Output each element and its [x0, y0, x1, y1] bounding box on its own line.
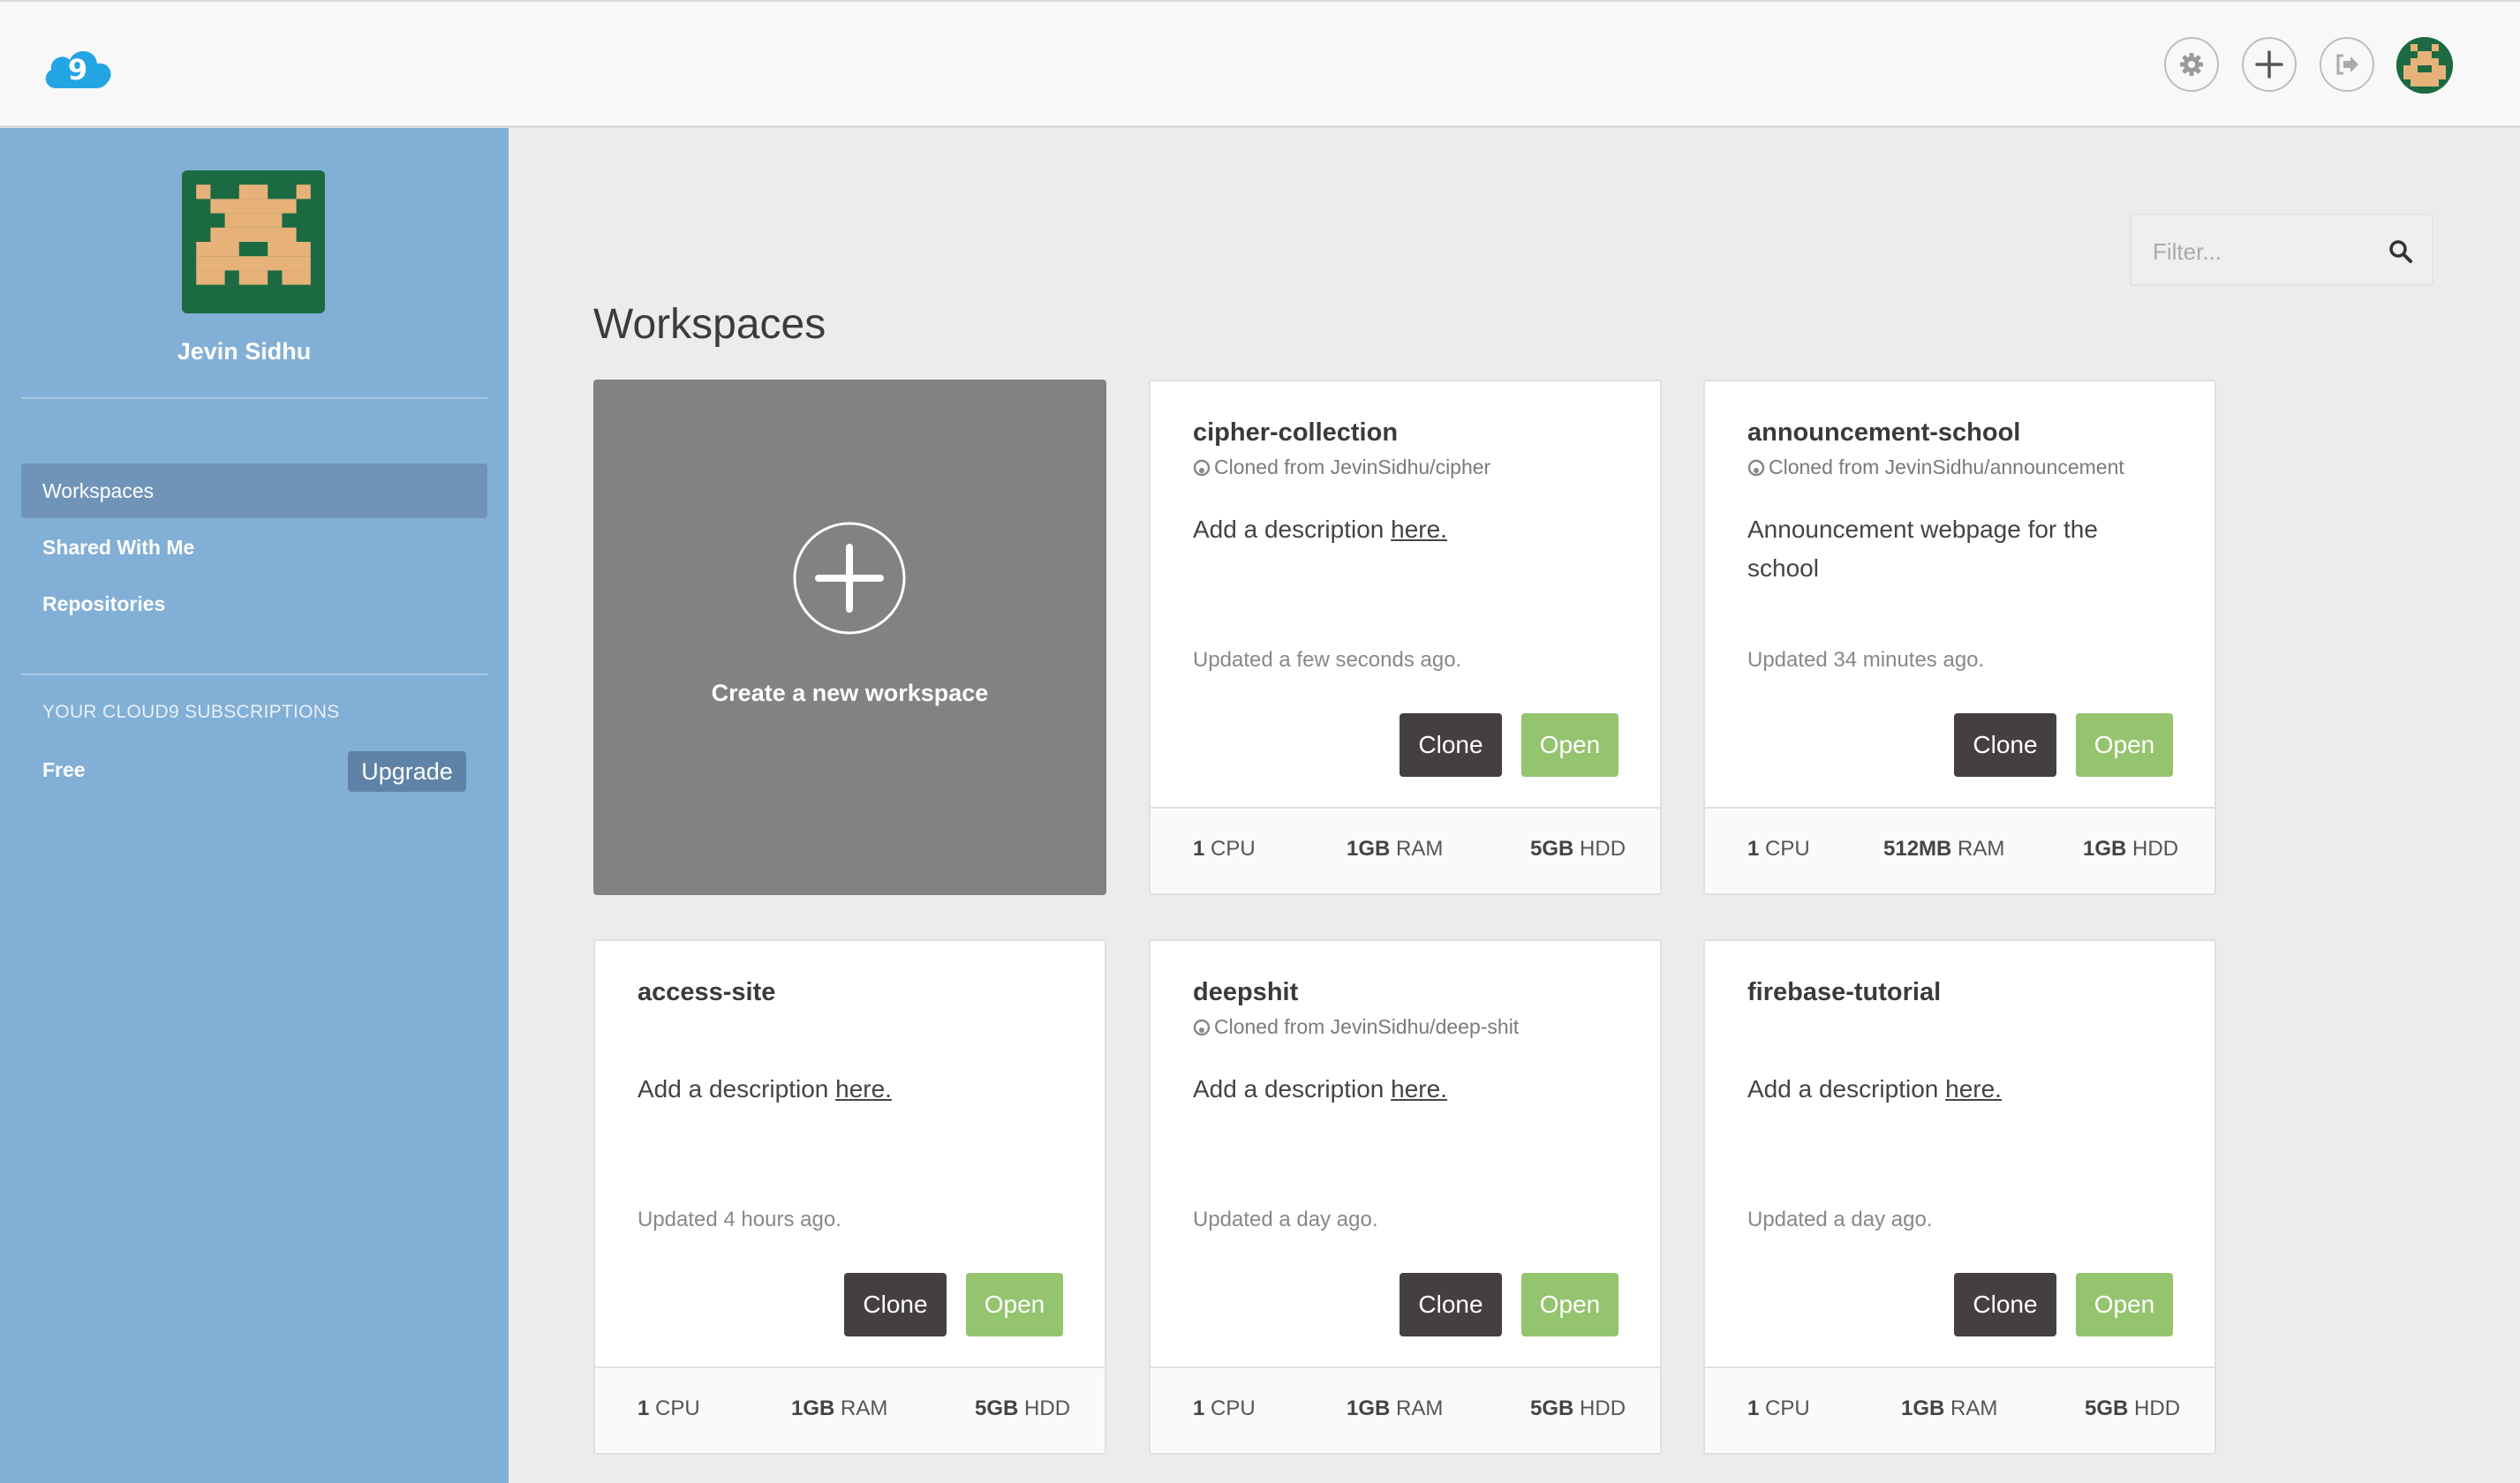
- workspace-specs: 1 CPU 1GB RAM 5GB HDD: [1151, 807, 1660, 893]
- nav-shared-with-me[interactable]: Shared With Me: [21, 520, 487, 575]
- plus-icon: [2255, 50, 2283, 79]
- workspace-card: cipher-collection Cloned from JevinSidhu…: [1149, 380, 1662, 895]
- workspace-source: Cloned from JevinSidhu/announcement: [1747, 455, 2124, 479]
- logo-text: 9: [68, 53, 87, 87]
- hdd-spec: 5GB HDD: [1530, 837, 1626, 861]
- cpu-spec: 1 CPU: [1193, 1396, 1256, 1420]
- workspace-card: firebase-tutorial Add a description here…: [1703, 939, 2216, 1455]
- plan-name: Free: [42, 758, 86, 781]
- workspace-description: Add a description here.: [1193, 1070, 1617, 1109]
- user-name: Jevin Sidhu: [177, 338, 312, 365]
- workspace-specs: 1 CPU 512MB RAM 1GB HDD: [1705, 807, 2214, 893]
- cpu-spec: 1 CPU: [638, 1396, 700, 1420]
- cloud9-logo-icon[interactable]: 9: [41, 42, 115, 92]
- source-text: Cloned from JevinSidhu/deep-shit: [1214, 1015, 1520, 1038]
- workspace-description: Add a description here.: [638, 1070, 1061, 1109]
- updated-time: Updated 4 hours ago.: [638, 1208, 841, 1231]
- workspace-source: Cloned from JevinSidhu/cipher: [1193, 455, 1490, 479]
- nav-repositories[interactable]: Repositories: [21, 576, 487, 631]
- add-description-link[interactable]: here.: [835, 1075, 892, 1103]
- github-icon: [1747, 459, 1765, 476]
- workspace-description: Add a description here.: [1747, 1070, 2171, 1109]
- workspace-name[interactable]: announcement-school: [1747, 418, 2020, 448]
- settings-button[interactable]: [2164, 37, 2219, 92]
- clone-button[interactable]: Clone: [1954, 1273, 2056, 1336]
- ram-spec: 1GB RAM: [1901, 1396, 1998, 1420]
- divider: [21, 397, 487, 399]
- open-button[interactable]: Open: [2076, 713, 2173, 777]
- avatar-icon: [182, 170, 325, 313]
- updated-time: Updated 34 minutes ago.: [1747, 648, 1985, 672]
- hdd-spec: 5GB HDD: [975, 1396, 1071, 1420]
- filter-box: [2130, 214, 2433, 286]
- clone-button[interactable]: Clone: [844, 1273, 947, 1336]
- add-description-link[interactable]: here.: [1945, 1075, 2002, 1103]
- hdd-spec: 1GB HDD: [2083, 837, 2179, 861]
- workspace-name[interactable]: access-site: [638, 978, 775, 1007]
- clone-button[interactable]: Clone: [1400, 1273, 1502, 1336]
- nav-workspaces[interactable]: Workspaces: [21, 463, 487, 518]
- upgrade-button[interactable]: Upgrade: [348, 751, 466, 792]
- workspace-description: Announcement webpage for the school: [1747, 516, 2098, 582]
- workspace-specs: 1 CPU 1GB RAM 5GB HDD: [595, 1366, 1105, 1453]
- github-icon: [1193, 459, 1211, 476]
- divider: [21, 674, 487, 675]
- create-workspace-label: Create a new workspace: [711, 680, 989, 706]
- profile-avatar[interactable]: [182, 170, 325, 313]
- clone-button[interactable]: Clone: [1400, 713, 1502, 777]
- source-text: Cloned from JevinSidhu/announcement: [1769, 455, 2124, 478]
- description-text: Add a description: [1747, 1075, 1946, 1103]
- updated-time: Updated a few seconds ago.: [1193, 648, 1462, 672]
- filter-input[interactable]: [2151, 231, 2375, 272]
- workspace-card: access-site Add a description here. Upda…: [593, 939, 1106, 1455]
- open-button[interactable]: Open: [2076, 1273, 2173, 1336]
- sidebar: Jevin Sidhu Workspaces Shared With Me Re…: [0, 128, 509, 1483]
- github-icon: [1193, 1019, 1211, 1035]
- subscriptions-title: YOUR CLOUD9 SUBSCRIPTIONS: [42, 702, 340, 722]
- open-button[interactable]: Open: [1521, 713, 1618, 777]
- source-text: Cloned from JevinSidhu/cipher: [1214, 455, 1491, 478]
- description-text: Add a description: [1193, 1075, 1392, 1103]
- cpu-spec: 1 CPU: [1747, 837, 1810, 861]
- workspace-specs: 1 CPU 1GB RAM 5GB HDD: [1705, 1366, 2214, 1453]
- sign-out-button[interactable]: [2320, 37, 2374, 92]
- ram-spec: 1GB RAM: [1347, 1396, 1444, 1420]
- plus-circle-icon: [793, 522, 906, 635]
- workspace-source: Cloned from JevinSidhu/deep-shit: [1193, 1015, 1519, 1039]
- add-description-link[interactable]: here.: [1391, 1075, 1447, 1103]
- page-title: Workspaces: [593, 301, 826, 348]
- updated-time: Updated a day ago.: [1747, 1208, 1933, 1231]
- gear-icon: [2180, 53, 2203, 76]
- workspace-name[interactable]: firebase-tutorial: [1747, 978, 1941, 1007]
- cpu-spec: 1 CPU: [1747, 1396, 1810, 1420]
- workspace-card: announcement-school Cloned from JevinSid…: [1703, 380, 2216, 895]
- open-button[interactable]: Open: [966, 1273, 1063, 1336]
- add-description-link[interactable]: here.: [1391, 516, 1447, 543]
- hdd-spec: 5GB HDD: [2085, 1396, 2181, 1420]
- workspace-description: Add a description here.: [1193, 510, 1617, 549]
- workspace-specs: 1 CPU 1GB RAM 5GB HDD: [1151, 1366, 1660, 1453]
- updated-time: Updated a day ago.: [1193, 1208, 1378, 1231]
- user-avatar[interactable]: [2396, 37, 2453, 94]
- ram-spec: 1GB RAM: [1347, 837, 1444, 861]
- search-icon[interactable]: [2388, 238, 2414, 265]
- ram-spec: 512MB RAM: [1883, 837, 2005, 861]
- ram-spec: 1GB RAM: [791, 1396, 888, 1420]
- top-bar: 9: [0, 0, 2520, 128]
- workspace-name[interactable]: cipher-collection: [1193, 418, 1398, 448]
- workspace-name[interactable]: deepshit: [1193, 978, 1298, 1007]
- cpu-spec: 1 CPU: [1193, 837, 1256, 861]
- open-button[interactable]: Open: [1521, 1273, 1618, 1336]
- workspace-card: deepshit Cloned from JevinSidhu/deep-shi…: [1149, 939, 1662, 1455]
- clone-button[interactable]: Clone: [1954, 713, 2056, 777]
- add-button[interactable]: [2242, 37, 2297, 92]
- description-text: Add a description: [638, 1075, 836, 1103]
- hdd-spec: 5GB HDD: [1530, 1396, 1626, 1420]
- avatar-icon: [2396, 37, 2453, 94]
- create-workspace-card[interactable]: Create a new workspace: [593, 380, 1106, 895]
- description-text: Add a description: [1193, 516, 1392, 543]
- sign-out-icon: [2336, 54, 2358, 75]
